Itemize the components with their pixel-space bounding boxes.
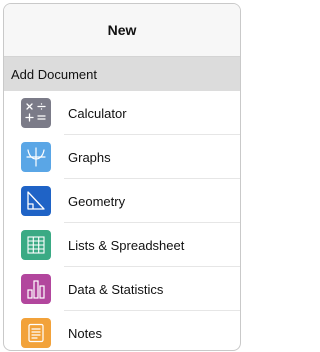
spreadsheet-icon [21, 230, 51, 260]
notes-icon [21, 318, 51, 348]
menu-item-geometry[interactable]: Geometry [4, 179, 240, 223]
popover-title: New [4, 4, 240, 57]
menu-item-data-statistics[interactable]: Data & Statistics [4, 267, 240, 311]
menu-item-label: Geometry [68, 193, 126, 209]
menu-item-label: Lists & Spreadsheet [68, 237, 185, 253]
menu-item-label: Data & Statistics [68, 281, 164, 297]
menu-item-label: Notes [68, 325, 102, 341]
menu-item-label: Calculator [68, 105, 127, 121]
section-header-add-document: Add Document [4, 57, 240, 91]
menu-item-label: Graphs [68, 149, 111, 165]
geometry-icon [21, 186, 51, 216]
calculator-icon [21, 98, 51, 128]
new-document-popover: New Add Document Calculator Graphs Geome… [3, 3, 241, 351]
menu-item-calculator[interactable]: Calculator [4, 91, 240, 135]
data-statistics-icon [21, 274, 51, 304]
menu-item-notes[interactable]: Notes [4, 311, 240, 350]
graphs-icon [21, 142, 51, 172]
menu-item-graphs[interactable]: Graphs [4, 135, 240, 179]
document-type-list: Calculator Graphs Geometry Lists & Sprea… [4, 91, 240, 350]
menu-item-lists-spreadsheet[interactable]: Lists & Spreadsheet [4, 223, 240, 267]
